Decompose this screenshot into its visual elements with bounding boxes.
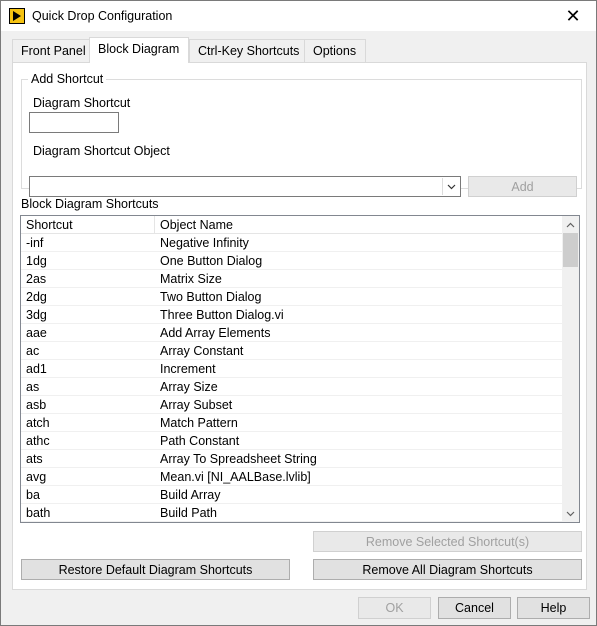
shortcut-cell: 2as (26, 272, 47, 286)
shortcuts-section-title: Block Diagram Shortcuts (21, 197, 159, 211)
table-row[interactable]: 3dg Three Button Dialog.vi (21, 306, 562, 324)
table-row[interactable]: atch Match Pattern (21, 414, 562, 432)
object-name-cell: Path Constant (160, 434, 240, 448)
column-divider (154, 216, 155, 234)
shortcut-cell: asb (26, 398, 47, 412)
scrollbar-thumb[interactable] (563, 233, 578, 267)
table-row[interactable]: ad1 Increment (21, 360, 562, 378)
shortcut-cell: aae (26, 326, 47, 340)
table-row[interactable]: -inf Negative Infinity (21, 234, 562, 252)
shortcut-cell: avg (26, 470, 47, 484)
shortcut-cell: athc (26, 434, 50, 448)
shortcut-cell: ac (26, 344, 40, 358)
object-name-cell: Array To Spreadsheet String (160, 452, 317, 466)
labview-app-icon (9, 8, 25, 24)
block-diagram-panel: Add Shortcut Diagram Shortcut Diagram Sh… (12, 62, 587, 590)
shortcut-cell: 2dg (26, 290, 47, 304)
table-row[interactable]: as Array Size (21, 378, 562, 396)
table-row[interactable]: athc Path Constant (21, 432, 562, 450)
table-body: -inf Negative Infinity 1dg One Button Dialo… (21, 234, 562, 522)
remove-selected-shortcuts-button[interactable]: Remove Selected Shortcut(s) (313, 531, 582, 552)
object-name-cell: Increment (160, 362, 216, 376)
ok-button[interactable]: OK (358, 597, 431, 619)
cancel-button[interactable]: Cancel (438, 597, 511, 619)
object-name-cell: Mean.vi [NI_AALBase.lvlib] (160, 470, 311, 484)
remove-all-shortcuts-button[interactable]: Remove All Diagram Shortcuts (313, 559, 582, 580)
object-name-cell: Match Pattern (160, 416, 238, 430)
scroll-up-icon[interactable] (562, 216, 579, 233)
table-row[interactable]: bath Build Path (21, 504, 562, 522)
tab-front-panel[interactable]: Front Panel (12, 39, 90, 62)
dialog-window: Quick Drop Configuration ✕ Front Panel B… (0, 0, 597, 626)
shortcut-cell: -inf (26, 236, 44, 250)
shortcut-cell: as (26, 380, 40, 394)
column-header-shortcut[interactable]: Shortcut (26, 218, 73, 232)
object-name-cell: Two Button Dialog (160, 290, 262, 304)
shortcut-cell: ba (26, 488, 40, 502)
tab-options[interactable]: Options (304, 39, 366, 62)
object-name-cell: Array Subset (160, 398, 233, 412)
add-button[interactable]: Add (468, 176, 577, 197)
table-row[interactable]: ba Build Array (21, 486, 562, 504)
tab-block-diagram[interactable]: Block Diagram (89, 37, 189, 63)
object-name-cell: Build Array (160, 488, 221, 502)
object-name-cell: Negative Infinity (160, 236, 249, 250)
shortcut-cell: 1dg (26, 254, 47, 268)
shortcut-cell: 3dg (26, 308, 47, 322)
table-row[interactable]: ac Array Constant (21, 342, 562, 360)
table-row[interactable]: ats Array To Spreadsheet String (21, 450, 562, 468)
add-shortcut-group: Add Shortcut Diagram Shortcut Diagram Sh… (21, 72, 582, 197)
object-name-cell: Array Size (160, 380, 218, 394)
table-row[interactable]: asb Array Subset (21, 396, 562, 414)
shortcuts-table[interactable]: Shortcut Object Name -inf Negative Infini… (20, 215, 580, 523)
object-name-cell: Array Constant (160, 344, 244, 358)
chevron-down-icon[interactable] (442, 178, 459, 195)
window-title: Quick Drop Configuration (32, 9, 173, 23)
add-shortcut-title: Add Shortcut (28, 72, 107, 86)
tab-ctrl-key-shortcuts[interactable]: Ctrl-Key Shortcuts (189, 39, 305, 62)
close-icon[interactable]: ✕ (550, 1, 596, 31)
diagram-shortcut-object-select[interactable] (29, 176, 461, 197)
shortcut-cell: bath (26, 506, 51, 520)
shortcut-cell: ats (26, 452, 43, 466)
scroll-down-icon[interactable] (562, 505, 579, 522)
restore-default-shortcuts-button[interactable]: Restore Default Diagram Shortcuts (21, 559, 290, 580)
table-row[interactable]: 1dg One Button Dialog (21, 252, 562, 270)
object-name-cell: Three Button Dialog.vi (160, 308, 284, 322)
title-bar: Quick Drop Configuration ✕ (1, 1, 596, 31)
object-name-cell: Add Array Elements (160, 326, 271, 340)
shortcut-cell: atch (26, 416, 50, 430)
table-row[interactable]: 2dg Two Button Dialog (21, 288, 562, 306)
diagram-shortcut-input[interactable] (29, 112, 119, 133)
shortcut-cell: ad1 (26, 362, 47, 376)
diagram-shortcut-label: Diagram Shortcut (33, 96, 131, 110)
table-row[interactable]: aae Add Array Elements (21, 324, 562, 342)
object-name-cell: Build Path (160, 506, 217, 520)
help-button[interactable]: Help (517, 597, 590, 619)
table-row[interactable]: avg Mean.vi [NI_AALBase.lvlib] (21, 468, 562, 486)
table-header: Shortcut Object Name (21, 216, 562, 234)
table-row[interactable]: 2as Matrix Size (21, 270, 562, 288)
diagram-shortcut-object-label: Diagram Shortcut Object (33, 144, 170, 158)
object-name-cell: One Button Dialog (160, 254, 263, 268)
vertical-scrollbar[interactable] (562, 216, 579, 522)
column-header-object-name[interactable]: Object Name (160, 218, 233, 232)
object-name-cell: Matrix Size (160, 272, 222, 286)
